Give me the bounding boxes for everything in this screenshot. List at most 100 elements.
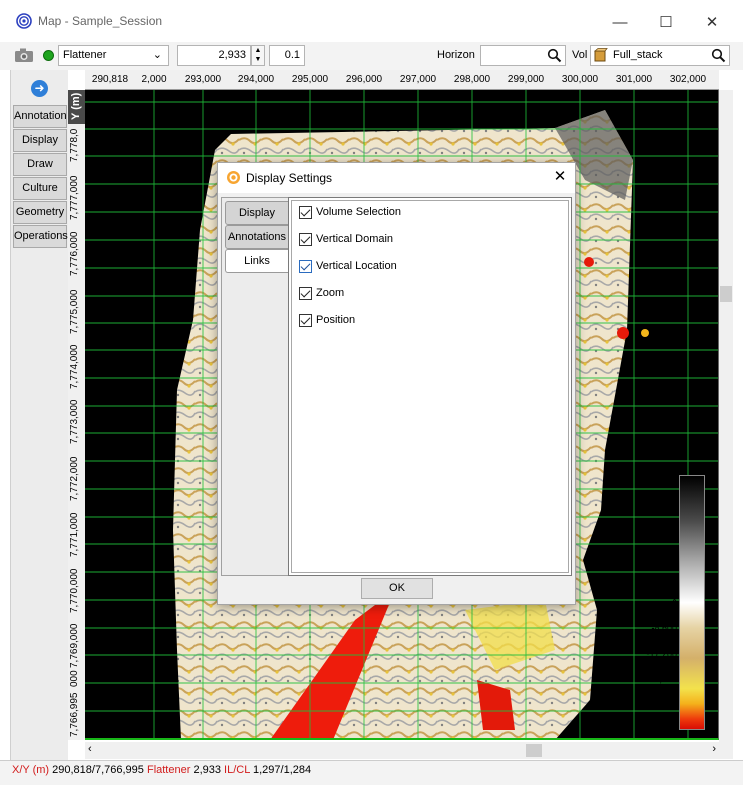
x-tick-label: 299,000: [507, 74, 545, 85]
y-tick-label: 7,777,000: [69, 175, 80, 221]
x-tick-label: 302,000: [669, 74, 707, 85]
y-tick-label: 7,769,000: [69, 623, 80, 669]
x-tick-label: 296,000: [345, 74, 383, 85]
horizontal-scroll-thumb[interactable]: [526, 744, 542, 757]
colorbar-tick-label: -43,000: [646, 725, 677, 735]
scroll-left-icon[interactable]: ‹: [88, 743, 92, 755]
dialog-tab-annotations[interactable]: Annotations: [225, 225, 289, 249]
status-readout: X/Y (m) 290,818/7,766,995 Flattener 2,93…: [12, 764, 311, 776]
vol-label: Vol: [572, 49, 588, 61]
colorbar-tick-label: -34,400: [646, 700, 677, 710]
vertical-scrollbar[interactable]: [719, 90, 733, 742]
checkbox-checked-icon[interactable]: [299, 286, 312, 300]
spin-down-icon[interactable]: ▼: [252, 55, 264, 64]
colorbar-tick-label: -17,200: [646, 649, 677, 659]
colorbar-tick-label: -8,600: [651, 623, 677, 633]
maximize-button[interactable]: ☐: [643, 8, 689, 36]
scroll-corner: [719, 742, 733, 759]
checkbox-vertical-location[interactable]: Vertical Location: [299, 258, 397, 274]
settings-target-icon: [227, 171, 240, 184]
flattener-select-value: Flattener: [63, 49, 107, 61]
ok-button[interactable]: OK: [361, 578, 433, 599]
x-tick-label: 2,000: [141, 74, 167, 85]
tab-geometry[interactable]: Geometry: [13, 201, 67, 224]
volume-value: Full_stack: [613, 49, 663, 61]
status-xy-label: X/Y (m): [12, 764, 50, 776]
checkbox-zoom[interactable]: Zoom: [299, 285, 344, 301]
step-input[interactable]: 0.1: [269, 45, 305, 66]
dialog-tab-links[interactable]: Links: [225, 249, 289, 273]
colorbar-tick-label: 43,000: [649, 470, 677, 480]
search-icon[interactable]: [547, 48, 562, 63]
status-flattener-value: 2,933: [193, 764, 221, 776]
checkbox-label: Vertical Domain: [316, 233, 394, 245]
tab-operations[interactable]: Operations: [13, 225, 68, 248]
x-tick-label: 294,000: [237, 74, 275, 85]
horizon-input[interactable]: [480, 45, 566, 66]
checkbox-checked-icon[interactable]: [299, 259, 312, 273]
status-indicator-icon: [43, 50, 54, 61]
checkbox-checked-icon[interactable]: [299, 313, 312, 327]
x-tick-label: 300,000: [561, 74, 599, 85]
x-tick-label: 290,818: [91, 74, 129, 85]
window-title: Map - Sample_Session: [38, 14, 163, 28]
flattener-select[interactable]: Flattener ⌄: [58, 45, 169, 66]
x-tick-label: 295,000: [291, 74, 329, 85]
volume-cube-icon: [594, 48, 608, 62]
checkbox-label: Volume Selection: [316, 206, 401, 218]
y-tick-label: 7,778,0: [69, 128, 80, 162]
colorbar-tick-label: 0: [671, 598, 677, 608]
search-icon[interactable]: [711, 48, 726, 63]
colorbar-tick-label: 17,200: [649, 547, 677, 557]
checkbox-label: Vertical Location: [316, 260, 397, 272]
minimize-button[interactable]: —: [597, 8, 643, 36]
horizontal-scrollbar[interactable]: ‹ ›: [85, 742, 719, 759]
colorbar-tick-label: -25,800: [646, 674, 677, 684]
status-ilcl-value: 1,297/1,284: [253, 764, 312, 776]
y-tick-label: 7,766,995: [69, 692, 80, 738]
y-tick-label: 7,771,000: [69, 512, 80, 558]
dialog-close-button[interactable]: ✕: [549, 167, 571, 187]
chevron-down-icon: ⌄: [152, 49, 162, 61]
checkbox-vertical-domain[interactable]: Vertical Domain: [299, 231, 393, 247]
tab-display[interactable]: Display: [13, 129, 67, 152]
vertical-scroll-thumb[interactable]: [720, 286, 732, 302]
x-tick-label: 301,000: [615, 74, 653, 85]
y-axis-title: Y (m): [68, 90, 85, 124]
y-tick-label: 7,770,000: [69, 568, 80, 614]
y-tick-label: 7,772,000: [69, 456, 80, 502]
spin-up-icon[interactable]: ▲: [252, 46, 264, 55]
colorbar-tick-label: 25,800: [649, 521, 677, 531]
y-tick-label: 7,774,000: [69, 344, 80, 390]
tab-draw[interactable]: Draw: [13, 153, 67, 176]
app-logo-icon: [16, 13, 32, 29]
y-tick-label: 7,775,000: [69, 289, 80, 335]
colorbar-tick-label: 34,400: [649, 496, 677, 506]
close-button[interactable]: ✕: [689, 8, 735, 36]
status-flattener-label: Flattener: [146, 764, 191, 776]
y-tick-label: 7,773,000: [69, 399, 80, 445]
links-group: [291, 200, 569, 573]
checkbox-volume-selection[interactable]: Volume Selection: [299, 204, 401, 220]
status-ilcl-label: IL/CL: [224, 764, 250, 776]
volume-input[interactable]: Full_stack: [590, 45, 730, 66]
y-axis: 7,778,0 7,777,000 7,776,000 7,775,000 7,…: [68, 90, 85, 740]
y-tick-label: 000: [69, 670, 80, 687]
tab-culture[interactable]: Culture: [13, 177, 67, 200]
colorbar-tick-label: 8,600: [654, 573, 677, 583]
checkbox-checked-icon[interactable]: [299, 205, 312, 219]
camera-icon[interactable]: [14, 47, 34, 63]
dialog-tab-display[interactable]: Display: [225, 201, 289, 225]
arrow-right-icon[interactable]: ➜: [31, 80, 48, 97]
tab-annotation[interactable]: Annotation: [13, 105, 67, 128]
checkbox-label: Zoom: [316, 287, 345, 299]
x-tick-label: 298,000: [453, 74, 491, 85]
x-axis: 290,818 2,000 293,000 294,000 295,000 29…: [85, 70, 719, 90]
horizon-label: Horizon: [437, 49, 475, 61]
depth-input[interactable]: 2,933: [177, 45, 251, 66]
checkbox-checked-icon[interactable]: [299, 232, 312, 246]
depth-spinner[interactable]: ▲ ▼: [251, 45, 265, 66]
checkbox-position[interactable]: Position: [299, 312, 355, 328]
scroll-right-icon[interactable]: ›: [712, 743, 716, 755]
y-axis-title-text: Y (m): [70, 92, 82, 120]
